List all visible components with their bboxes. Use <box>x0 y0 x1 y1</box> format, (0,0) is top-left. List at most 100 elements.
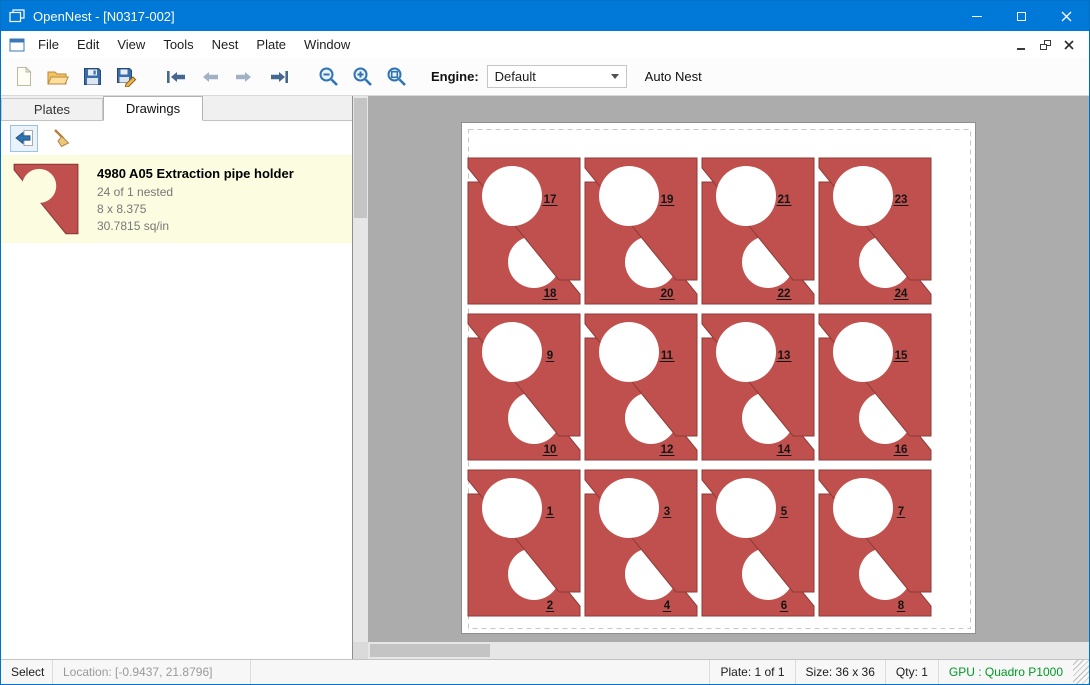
nest-svg: 171819202122232491011121314151612345678 <box>462 123 977 635</box>
open-button[interactable] <box>43 62 73 92</box>
mdi-minimize-button[interactable] <box>1009 35 1033 55</box>
nest-pair[interactable]: 1718 <box>468 158 580 304</box>
nest-part-label: 9 <box>547 350 553 362</box>
mdi-restore-button[interactable] <box>1033 35 1057 55</box>
go-last-button[interactable] <box>263 62 293 92</box>
zoom-out-icon <box>318 66 339 87</box>
scrollbar-corner <box>353 642 368 659</box>
close-button[interactable] <box>1044 1 1089 31</box>
nest-pair[interactable]: 34 <box>585 470 697 616</box>
window-title: OpenNest - [N0317-002] <box>33 9 175 24</box>
import-drawing-icon <box>14 129 34 147</box>
save-button[interactable] <box>77 62 107 92</box>
nest-pair[interactable]: 13 14 <box>702 314 814 460</box>
nest-pair[interactable]: 21 22 <box>702 158 814 304</box>
side-panel: Plates Drawings <box>1 96 353 659</box>
menu-nest[interactable]: Nest <box>203 32 248 57</box>
minimize-button[interactable] <box>954 1 999 31</box>
nest-part-label: 14 <box>778 444 791 456</box>
nest-part-label: 1 <box>547 506 554 518</box>
nest-pair[interactable]: 1920 <box>585 158 697 304</box>
nest-part-label: 6 <box>781 600 787 612</box>
nest-part-label: 16 <box>895 444 908 456</box>
mdi-minimize-icon <box>1017 48 1025 50</box>
nest-part-label: 17 <box>544 194 557 206</box>
status-mode: Select <box>1 660 53 684</box>
horizontal-scrollbar-thumb[interactable] <box>370 644 490 657</box>
tab-drawings[interactable]: Drawings <box>103 96 203 121</box>
plate-view[interactable]: 171819202122232491011121314151612345678 <box>461 122 976 634</box>
tab-plates[interactable]: Plates <box>1 98 103 120</box>
vertical-scrollbar-thumb[interactable] <box>354 98 367 218</box>
import-drawing-button[interactable] <box>10 125 38 152</box>
horizontal-scrollbar[interactable] <box>368 642 1089 659</box>
nest-part-label: 22 <box>778 288 791 300</box>
drawing-list-empty-area <box>1 243 352 659</box>
drawing-item-nested: 24 of 1 nested <box>97 184 294 201</box>
go-first-button[interactable] <box>161 62 191 92</box>
nest-pair[interactable]: 12 <box>468 470 580 616</box>
new-button[interactable] <box>9 62 39 92</box>
zoom-out-button[interactable] <box>313 62 343 92</box>
nest-part-label: 15 <box>895 350 908 362</box>
resize-grip-icon[interactable] <box>1073 660 1089 684</box>
menu-tools[interactable]: Tools <box>154 32 202 57</box>
auto-nest-button[interactable]: Auto Nest <box>645 69 702 84</box>
menu-window[interactable]: Window <box>295 32 359 57</box>
nest-pair[interactable]: 1516 <box>819 314 931 460</box>
nest-part-label: 21 <box>778 194 791 206</box>
drawing-thumbnail <box>13 161 81 237</box>
menu-view[interactable]: View <box>108 32 154 57</box>
statusbar: Select Location: [-0.9437, 21.8796] Plat… <box>1 659 1089 684</box>
maximize-button[interactable] <box>999 1 1044 31</box>
nest-part-label: 13 <box>778 350 791 362</box>
menu-edit[interactable]: Edit <box>68 32 108 57</box>
nest-pair[interactable]: 1112 <box>585 314 697 460</box>
nest-pair[interactable]: 78 <box>819 470 931 616</box>
status-plate: Plate: 1 of 1 <box>709 660 794 684</box>
nest-pair[interactable]: 9 10 <box>468 314 580 460</box>
document-icon <box>9 38 25 52</box>
nest-part-label: 7 <box>898 506 904 518</box>
mdi-close-button[interactable] <box>1057 35 1081 55</box>
engine-dropdown[interactable]: Default <box>487 65 627 88</box>
status-location: Location: [-0.9437, 21.8796] <box>53 660 251 684</box>
zoom-in-button[interactable] <box>347 62 377 92</box>
zoom-fit-icon <box>386 66 407 87</box>
save-as-icon <box>116 67 137 87</box>
drawing-list-item[interactable]: 4980 A05 Extraction pipe holder 24 of 1 … <box>1 155 352 243</box>
nest-part-label: 3 <box>664 506 670 518</box>
nest-pair[interactable]: 56 <box>702 470 814 616</box>
go-next-button[interactable] <box>229 62 259 92</box>
status-qty: Qty: 1 <box>885 660 938 684</box>
save-as-button[interactable] <box>111 62 141 92</box>
titlebar: OpenNest - [N0317-002] <box>1 1 1089 31</box>
menu-file[interactable]: File <box>29 32 68 57</box>
nest-pair[interactable]: 23 24 <box>819 158 931 304</box>
vertical-scrollbar[interactable] <box>353 96 368 642</box>
part-thumbnail-icon <box>13 163 79 235</box>
go-previous-button[interactable] <box>195 62 225 92</box>
nest-part-label: 20 <box>661 288 674 300</box>
nest-part-label: 10 <box>544 444 557 456</box>
toolbar: Engine: Default Auto Nest <box>1 58 1089 96</box>
engine-label: Engine: <box>431 69 479 84</box>
mdi-close-icon <box>1064 40 1074 50</box>
engine-dropdown-value: Default <box>495 69 536 84</box>
status-gpu: GPU : Quadro P1000 <box>938 660 1073 684</box>
new-file-icon <box>15 66 33 87</box>
go-next-icon <box>234 69 254 85</box>
menubar: File Edit View Tools Nest Plate Window <box>1 31 1089 58</box>
clean-icon <box>52 128 72 148</box>
menu-plate[interactable]: Plate <box>247 32 295 57</box>
nest-part-label: 8 <box>898 600 905 612</box>
clean-button[interactable] <box>48 125 76 152</box>
nest-part-label: 12 <box>661 444 674 456</box>
zoom-fit-button[interactable] <box>381 62 411 92</box>
nest-canvas[interactable]: 171819202122232491011121314151612345678 <box>353 96 1089 659</box>
nest-part-label: 24 <box>895 288 908 300</box>
nest-part-label: 23 <box>895 194 908 206</box>
app-icon <box>9 9 25 23</box>
mdi-restore-icon <box>1040 40 1051 50</box>
minimize-icon <box>972 16 982 17</box>
